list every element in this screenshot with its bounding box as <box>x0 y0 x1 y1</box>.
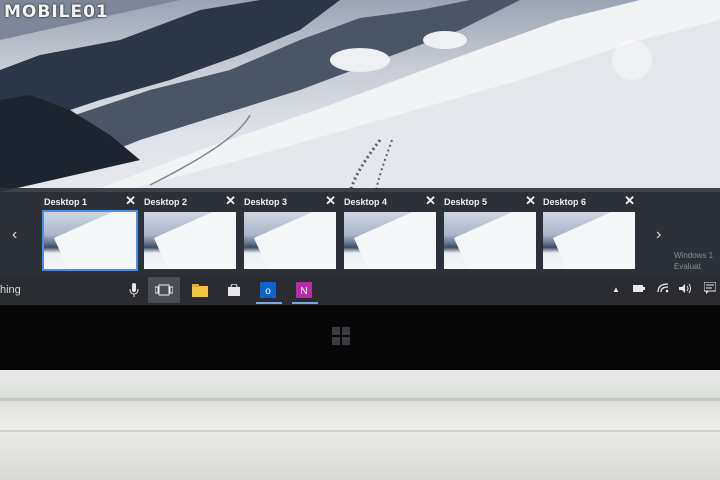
close-icon[interactable]: ✕ <box>624 193 635 209</box>
store-icon[interactable] <box>224 280 244 300</box>
monitor-stand <box>0 370 720 480</box>
file-explorer-icon[interactable] <box>190 280 210 300</box>
notification-icon[interactable] <box>703 281 717 297</box>
evaluation-watermark: Windows 1 Evaluat <box>674 250 713 272</box>
desktop-label: Desktop 5 <box>444 197 488 207</box>
next-arrow-icon[interactable]: › <box>656 226 661 244</box>
stand-edge <box>0 430 720 432</box>
outlook-running-indicator <box>256 302 282 304</box>
desktop-2[interactable]: Desktop 2 ✕ <box>144 192 238 272</box>
desktop-thumbnail[interactable] <box>42 210 138 271</box>
desktop-5[interactable]: Desktop 5 ✕ <box>444 192 538 272</box>
close-icon[interactable]: ✕ <box>125 193 136 209</box>
wifi-icon[interactable] <box>657 283 669 296</box>
svg-text:N: N <box>300 286 307 297</box>
desktop-3[interactable]: Desktop 3 ✕ <box>244 192 338 272</box>
desktop-label: Desktop 3 <box>244 197 288 207</box>
close-icon[interactable]: ✕ <box>525 193 536 209</box>
close-icon[interactable]: ✕ <box>425 193 436 209</box>
desktop-1[interactable]: Desktop 1 ✕ <box>42 192 138 272</box>
watermark-line-1: Windows 1 <box>674 251 714 260</box>
stand-edge <box>0 398 720 401</box>
previous-arrow-icon[interactable]: ‹ <box>12 226 17 244</box>
volume-icon[interactable] <box>679 283 692 297</box>
task-view-icon[interactable] <box>148 277 180 303</box>
desktop-thumbnail[interactable] <box>444 212 536 269</box>
desktop-thumbnail[interactable] <box>344 212 436 269</box>
onenote-icon[interactable]: N <box>294 280 314 300</box>
search-box-text[interactable]: hing <box>0 284 21 296</box>
desktop-label: Desktop 4 <box>344 197 388 207</box>
photo: MOBILE01 ‹ Desktop 1 ✕ Desktop 2 ✕ Deskt… <box>0 0 720 480</box>
desktop-thumbnail[interactable] <box>543 212 635 269</box>
windows-logo-icon <box>332 327 350 345</box>
desktop-4[interactable]: Desktop 4 ✕ <box>344 192 438 272</box>
desktop-thumbnail[interactable] <box>144 212 236 269</box>
battery-icon[interactable] <box>633 284 645 296</box>
desktop-label: Desktop 6 <box>543 197 587 207</box>
svg-text:o: o <box>265 286 271 297</box>
desktop-6[interactable]: Desktop 6 ✕ <box>543 192 637 272</box>
watermark: MOBILE01 <box>4 2 109 22</box>
close-icon[interactable]: ✕ <box>225 193 236 209</box>
microphone-icon[interactable] <box>124 280 144 300</box>
task-view-strip: ‹ Desktop 1 ✕ Desktop 2 ✕ Desktop 3 ✕ De… <box>0 188 720 275</box>
onenote-running-indicator <box>292 302 318 304</box>
desktop-label: Desktop 2 <box>144 197 188 207</box>
chevron-up-icon[interactable]: ▲ <box>612 285 620 294</box>
desktop-wallpaper <box>0 0 720 192</box>
close-icon[interactable]: ✕ <box>325 193 336 209</box>
monitor-bezel <box>0 305 720 370</box>
mountain-landscape <box>0 0 720 192</box>
desktop-thumbnail[interactable] <box>244 212 336 269</box>
outlook-icon[interactable]: o <box>258 280 278 300</box>
watermark-line-2: Evaluat <box>674 262 701 271</box>
desktop-label: Desktop 1 <box>44 197 88 207</box>
taskbar: hing o N ▲ <box>0 275 720 305</box>
